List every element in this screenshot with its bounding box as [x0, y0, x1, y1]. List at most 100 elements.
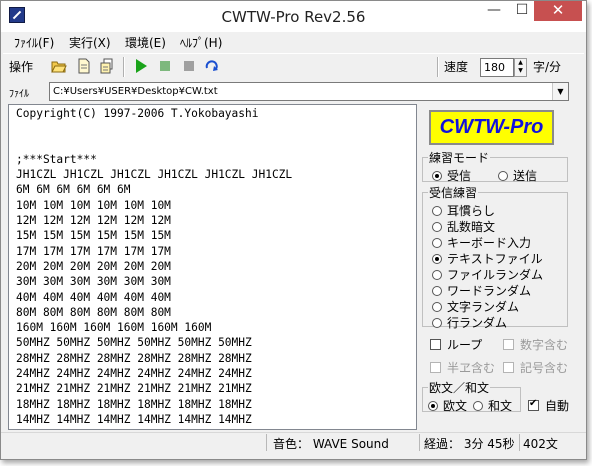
- radio-label: テキストファイル: [447, 252, 543, 266]
- practice-mode-legend: 練習モード: [429, 151, 490, 165]
- radio-dot: [432, 206, 442, 216]
- stop-icon[interactable]: [157, 58, 173, 74]
- radio-dot: [432, 171, 442, 181]
- new-document-icon[interactable]: [76, 58, 92, 74]
- app-logo: CWTW-Pro: [429, 110, 554, 145]
- save-documents-icon[interactable]: [100, 58, 116, 74]
- radio-label: 耳慣らし: [447, 204, 496, 218]
- radio-send-label: 送信: [513, 169, 538, 183]
- checkbox-box: [430, 339, 441, 350]
- radio-text-file[interactable]: テキストファイル: [432, 250, 543, 267]
- text-line: 28MHZ 28MHZ 28MHZ 28MHZ 28MHZ 28MHZ: [16, 351, 252, 365]
- text-line: 17M 17M 17M 17M 17M 17M: [16, 244, 171, 258]
- status-bar: 音色： WAVE Sound 経過： 3分 45秒 402文: [1, 432, 586, 453]
- text-line: 12M 12M 12M 12M 12M 12M: [16, 214, 171, 228]
- radio-keyboard-input[interactable]: キーボード入力: [432, 234, 531, 251]
- menu-file[interactable]: ﾌｧｲﾙ(F): [14, 34, 54, 51]
- menu-run[interactable]: 実行(X): [69, 34, 111, 51]
- radio-dot: [432, 222, 442, 232]
- loop-checkbox[interactable]: ループ: [430, 336, 482, 353]
- include-numbers-checkbox[interactable]: 数字含む: [503, 336, 568, 353]
- minimize-button[interactable]: —: [480, 1, 508, 21]
- text-line: JH1CZL JH1CZL JH1CZL JH1CZL JH1CZL JH1CZ…: [16, 168, 293, 182]
- file-bar: ﾌｧｲﾙ C:¥Users¥USER¥Desktop¥CW.txt ▼: [3, 81, 584, 103]
- file-path-combo[interactable]: C:¥Users¥USER¥Desktop¥CW.txt ▼: [49, 82, 569, 101]
- menu-help[interactable]: ﾍﾙﾌﾟ(H): [180, 34, 222, 51]
- language-legend: 欧文／和文: [429, 381, 490, 395]
- play-icon[interactable]: [133, 58, 149, 74]
- radio-send[interactable]: 送信: [498, 167, 537, 184]
- include-symbols-checkbox[interactable]: 記号含む: [503, 359, 568, 376]
- radio-ear-training[interactable]: 耳慣らし: [432, 202, 495, 219]
- language-group: 欧文／和文 欧文 和文: [422, 379, 521, 414]
- radio-dot: [432, 286, 442, 296]
- radio-dot: [432, 254, 442, 264]
- speed-input[interactable]: 180: [480, 58, 514, 77]
- loop-label: ループ: [447, 338, 483, 352]
- radio-western[interactable]: 欧文: [428, 397, 467, 414]
- radio-word-random[interactable]: ワードランダム: [432, 282, 531, 299]
- receive-practice-legend: 受信練習: [429, 186, 478, 200]
- radio-dot: [432, 270, 442, 280]
- include-symbols-label: 記号含む: [520, 361, 569, 375]
- status-elapsed: 経過： 3分 45秒: [424, 437, 515, 451]
- checkbox-box: [503, 339, 514, 350]
- radio-line-random[interactable]: 行ランダム: [432, 314, 507, 331]
- text-line: 15M 15M 15M 15M 15M 15M: [16, 229, 171, 243]
- radio-receive-label: 受信: [447, 169, 472, 183]
- radio-japanese[interactable]: 和文: [473, 397, 512, 414]
- radio-label: 行ランダム: [447, 316, 508, 330]
- text-line: 40M 40M 40M 40M 40M 40M: [16, 290, 171, 304]
- pause-icon[interactable]: [181, 58, 197, 74]
- auto-checkbox[interactable]: 自動: [528, 397, 569, 414]
- text-line: 14MHZ 14MHZ 14MHZ 14MHZ 14MHZ 14MHZ: [16, 412, 252, 426]
- close-button[interactable]: ✕: [534, 1, 582, 21]
- chevron-down-icon[interactable]: ▼: [552, 83, 568, 100]
- radio-label: 文字ランダム: [447, 300, 520, 314]
- radio-char-random[interactable]: 文字ランダム: [432, 298, 519, 315]
- radio-random-cipher[interactable]: 乱数暗文: [432, 218, 495, 235]
- file-path: C:¥Users¥USER¥Desktop¥CW.txt: [53, 86, 218, 97]
- radio-file-random[interactable]: ファイルランダム: [432, 266, 543, 283]
- checkbox-box: [528, 398, 539, 411]
- checkbox-box: [503, 362, 514, 373]
- radio-receive[interactable]: 受信: [432, 167, 471, 184]
- status-divider: [519, 434, 520, 451]
- speed-label: 速度: [444, 60, 469, 74]
- radio-label: 和文: [488, 399, 513, 413]
- toolbar-separator: [123, 57, 125, 77]
- speed-spinner[interactable]: ▲ ▼: [514, 58, 527, 77]
- text-line: 80M 80M 80M 80M 80M 80M: [16, 305, 171, 319]
- status-divider: [266, 434, 267, 451]
- cw-text-content: Copyright(C) 1997-2006 T.Yokobayashi ;**…: [9, 105, 416, 427]
- radio-label: 欧文: [443, 399, 468, 413]
- auto-label: 自動: [545, 399, 570, 413]
- receive-practice-group: 受信練習 耳慣らし 乱数暗文 キーボード入力 テキストファイル ファイルランダム…: [422, 184, 568, 330]
- text-line: 21MHZ 21MHZ 21MHZ 21MHZ 21MHZ 21MHZ: [16, 382, 252, 396]
- include-kana-label: 半ヱ含む: [447, 361, 496, 375]
- file-label: ﾌｧｲﾙ: [9, 89, 29, 100]
- menu-environment[interactable]: 環境(E): [125, 34, 166, 51]
- text-line: 10M 10M 10M 10M 10M 10M: [16, 198, 171, 212]
- text-line: 18MHZ 18MHZ 18MHZ 18MHZ 18MHZ 18MHZ: [16, 397, 252, 411]
- text-line: ;***Start***: [16, 152, 97, 166]
- maximize-button[interactable]: ☐: [508, 1, 536, 21]
- radio-label: 乱数暗文: [447, 220, 496, 234]
- open-folder-icon[interactable]: [51, 58, 67, 74]
- include-kana-checkbox[interactable]: 半ヱ含む: [430, 359, 495, 376]
- cw-text-area[interactable]: Copyright(C) 1997-2006 T.Yokobayashi ;**…: [8, 104, 417, 430]
- text-line: 20M 20M 20M 20M 20M 20M: [16, 259, 171, 273]
- text-line: 160M 160M 160M 160M 160M 160M: [16, 321, 212, 335]
- repeat-icon[interactable]: [204, 58, 220, 74]
- radio-dot: [432, 238, 442, 248]
- status-sound: 音色： WAVE Sound: [273, 437, 389, 451]
- text-line: Copyright(C) 1997-2006 T.Yokobayashi: [16, 107, 259, 120]
- text-line: 6M 6M 6M 6M 6M 6M: [16, 183, 131, 197]
- speed-unit: 字/分: [533, 60, 562, 74]
- checkbox-box: [430, 362, 441, 373]
- radio-label: ファイルランダム: [447, 268, 544, 282]
- main-window: CWTW-Pro Rev2.56 — ☐ ✕ ﾌｧｲﾙ(F) 実行(X) 環境(…: [0, 0, 587, 460]
- toolbar-separator: [437, 57, 439, 77]
- text-line: 50MHZ 50MHZ 50MHZ 50MHZ 50MHZ 50MHZ: [16, 336, 252, 350]
- title-bar[interactable]: CWTW-Pro Rev2.56 — ☐ ✕: [1, 1, 586, 32]
